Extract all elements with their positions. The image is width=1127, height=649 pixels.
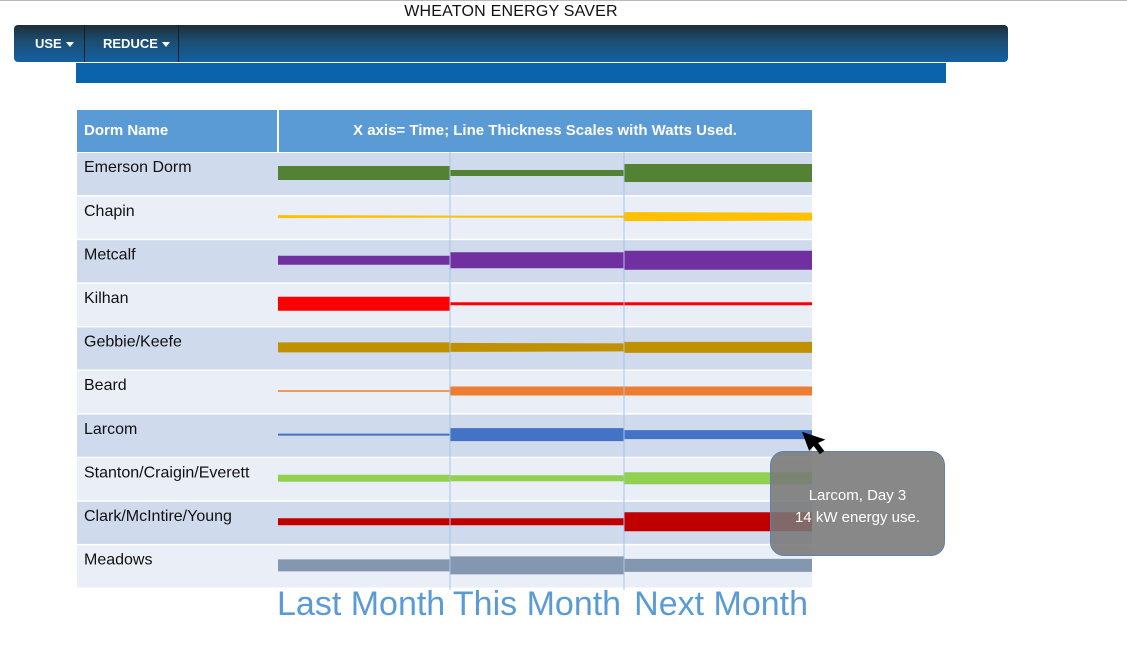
- usage-line-segment[interactable]: [450, 518, 624, 526]
- usage-line-segment[interactable]: [450, 428, 624, 442]
- usage-line-segment[interactable]: [278, 296, 450, 311]
- usage-line-segment[interactable]: [278, 518, 450, 526]
- tooltip-value: 14 kW energy use.: [794, 509, 921, 526]
- arrow-cursor-icon: [802, 431, 826, 455]
- usage-line-segment[interactable]: [278, 390, 450, 392]
- usage-line-segment[interactable]: [450, 342, 624, 352]
- period-label: Next Month: [634, 585, 808, 623]
- dorm-name-label: Meadows: [84, 552, 152, 569]
- name-column-header: Dorm Name: [84, 122, 168, 139]
- usage-line-segment[interactable]: [450, 556, 624, 575]
- usage-line-segment[interactable]: [450, 386, 624, 396]
- usage-line-segment[interactable]: [450, 170, 624, 176]
- usage-line-segment[interactable]: [278, 433, 450, 436]
- dorm-name-label: Emerson Dorm: [84, 159, 192, 176]
- usage-line-segment[interactable]: [624, 558, 812, 572]
- usage-line-segment[interactable]: [624, 212, 812, 222]
- dorm-name-label: Beard: [84, 377, 127, 394]
- dorm-name-label: Gebbie/Keefe: [84, 334, 182, 351]
- usage-line-segment[interactable]: [450, 252, 624, 269]
- dorm-name-label: Stanton/Craigin/Everett: [84, 464, 250, 481]
- usage-line-segment[interactable]: [278, 255, 450, 265]
- usage-line-segment[interactable]: [624, 386, 812, 396]
- dorm-name-label: Clark/McIntire/Young: [84, 508, 232, 525]
- usage-line-segment[interactable]: [624, 164, 812, 182]
- chart-column-header: X axis= Time; Line Thickness Scales with…: [353, 122, 737, 139]
- usage-line-segment[interactable]: [450, 475, 624, 482]
- energy-chart: Dorm Name X axis= Time; Line Thickness S…: [77, 110, 812, 623]
- dorm-name-label: Chapin: [84, 203, 135, 220]
- dorm-name-label: Larcom: [84, 421, 137, 438]
- dorm-name-label: Metcalf: [84, 246, 136, 263]
- usage-line-segment[interactable]: [278, 474, 450, 482]
- usage-line-segment[interactable]: [624, 302, 812, 306]
- usage-line-segment[interactable]: [624, 250, 812, 270]
- usage-line-segment[interactable]: [624, 341, 812, 353]
- dorm-name-label: Kilhan: [84, 290, 128, 307]
- usage-line-segment[interactable]: [450, 215, 624, 218]
- usage-line-segment[interactable]: [278, 559, 450, 572]
- data-tooltip: Larcom, Day 3 14 kW energy use.: [770, 451, 945, 556]
- usage-line-segment[interactable]: [450, 302, 624, 306]
- usage-line-segment[interactable]: [278, 166, 450, 180]
- usage-line-segment[interactable]: [278, 342, 450, 353]
- period-label: Last Month: [277, 585, 445, 623]
- usage-line-segment[interactable]: [624, 430, 812, 440]
- tooltip-title: Larcom, Day 3: [808, 487, 907, 504]
- usage-line-segment[interactable]: [278, 215, 450, 219]
- period-label: This Month: [453, 585, 621, 623]
